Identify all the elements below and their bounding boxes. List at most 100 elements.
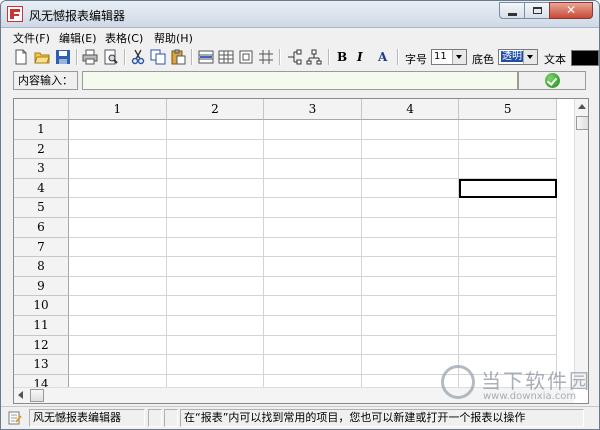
insert-column-icon[interactable] xyxy=(218,49,234,65)
grid-cell[interactable] xyxy=(264,218,362,238)
grid-cell[interactable] xyxy=(69,139,167,160)
grid-cell[interactable] xyxy=(166,276,265,297)
grid-cell[interactable] xyxy=(166,316,265,336)
grid-cell[interactable] xyxy=(361,296,460,316)
grid-cell[interactable] xyxy=(459,120,557,140)
grid-cell[interactable] xyxy=(166,198,265,218)
grid-cell[interactable] xyxy=(459,159,557,179)
grid-cell[interactable] xyxy=(166,296,265,316)
row-header[interactable]: 1 xyxy=(14,120,69,140)
grid-cell[interactable] xyxy=(69,198,167,218)
grid-cell[interactable] xyxy=(361,237,460,258)
split-left-icon[interactable] xyxy=(286,49,302,65)
grid-cell[interactable] xyxy=(69,257,167,277)
merge-cells-icon[interactable] xyxy=(238,49,254,65)
grid-cell[interactable] xyxy=(166,335,265,356)
grid-cell[interactable] xyxy=(361,257,460,277)
grid-cell[interactable] xyxy=(361,276,460,297)
grid-cell[interactable] xyxy=(264,159,362,179)
paste-icon[interactable] xyxy=(170,49,186,65)
grid-cell[interactable] xyxy=(166,257,265,277)
vertical-scrollbar[interactable] xyxy=(574,99,588,387)
grid-cell[interactable] xyxy=(361,120,460,140)
grid-cell[interactable] xyxy=(264,139,362,160)
content-input-field[interactable] xyxy=(82,71,518,90)
grid-cell[interactable] xyxy=(166,159,265,179)
grid-cell[interactable] xyxy=(264,257,362,277)
print-preview-icon[interactable] xyxy=(103,49,119,65)
grid-cell[interactable] xyxy=(69,237,167,258)
grid-cell[interactable] xyxy=(264,237,362,258)
grid-cell[interactable] xyxy=(166,139,265,160)
grid-cell[interactable] xyxy=(166,237,265,258)
scroll-up-icon[interactable] xyxy=(578,104,586,109)
grid-cell[interactable] xyxy=(264,198,362,218)
grid-cell[interactable] xyxy=(166,178,265,199)
background-color-select[interactable]: 透明 xyxy=(498,49,538,65)
grid-cell[interactable] xyxy=(264,178,362,199)
grid-cell[interactable] xyxy=(459,139,557,160)
grid-cell[interactable] xyxy=(69,178,167,199)
row-header[interactable]: 4 xyxy=(14,178,69,199)
grid-cell[interactable] xyxy=(361,178,460,199)
row-header[interactable]: 8 xyxy=(14,257,69,277)
close-button[interactable]: ✕ xyxy=(549,2,593,19)
font-size-select[interactable]: 11 xyxy=(431,49,467,65)
vertical-scroll-thumb[interactable] xyxy=(576,116,588,130)
grid-cell[interactable] xyxy=(459,237,557,258)
grid-cell[interactable] xyxy=(459,257,557,277)
row-header[interactable]: 6 xyxy=(14,218,69,238)
grid-cell[interactable] xyxy=(69,335,167,356)
row-header[interactable]: 7 xyxy=(14,237,69,258)
grid-cell[interactable] xyxy=(459,276,557,297)
selected-cell[interactable] xyxy=(459,178,557,199)
row-header[interactable]: 5 xyxy=(14,198,69,218)
text-color-swatch[interactable] xyxy=(571,50,599,66)
minimize-button[interactable] xyxy=(499,2,525,19)
row-header[interactable]: 11 xyxy=(14,316,69,336)
row-header[interactable]: 2 xyxy=(14,139,69,160)
confirm-button[interactable] xyxy=(518,71,586,90)
row-header[interactable]: 13 xyxy=(14,355,69,375)
row-header[interactable]: 10 xyxy=(14,296,69,316)
menu-file[interactable]: 文件(F) xyxy=(13,30,50,46)
grid-cell[interactable] xyxy=(264,296,362,316)
scroll-left-icon[interactable] xyxy=(18,391,23,399)
row-header[interactable]: 3 xyxy=(14,159,69,179)
column-header[interactable]: 2 xyxy=(166,99,265,120)
column-header[interactable]: 3 xyxy=(264,99,362,120)
bold-button[interactable]: B xyxy=(337,50,347,64)
row-header[interactable]: 12 xyxy=(14,335,69,356)
grid-cell[interactable] xyxy=(264,335,362,356)
grid-cell[interactable] xyxy=(459,218,557,238)
grid-cell[interactable] xyxy=(264,120,362,140)
grid-cell[interactable] xyxy=(166,218,265,238)
grid-cell[interactable] xyxy=(69,276,167,297)
menu-table[interactable]: 表格(C) xyxy=(105,30,143,46)
open-folder-icon[interactable] xyxy=(34,49,50,65)
copy-icon[interactable] xyxy=(150,49,166,65)
grid-cell[interactable] xyxy=(69,218,167,238)
column-header[interactable]: 5 xyxy=(459,99,557,120)
grid-lines-icon[interactable] xyxy=(258,49,274,65)
grid-cell[interactable] xyxy=(459,316,557,336)
grid-cell[interactable] xyxy=(361,218,460,238)
new-file-icon[interactable] xyxy=(13,49,29,65)
cut-icon[interactable] xyxy=(130,49,146,65)
grid-cell[interactable] xyxy=(69,355,167,375)
horizontal-scroll-thumb[interactable] xyxy=(30,389,44,402)
font-color-button[interactable]: A xyxy=(378,50,387,64)
grid-cell[interactable] xyxy=(264,276,362,297)
grid-cell[interactable] xyxy=(459,198,557,218)
menu-help[interactable]: 帮助(H) xyxy=(154,30,193,46)
menu-edit[interactable]: 编辑(E) xyxy=(59,30,97,46)
grid-cell[interactable] xyxy=(459,335,557,356)
grid-cell[interactable] xyxy=(69,296,167,316)
insert-row-icon[interactable] xyxy=(198,49,214,65)
grid-cell[interactable] xyxy=(361,316,460,336)
grid-cell[interactable] xyxy=(166,355,265,375)
grid-cell[interactable] xyxy=(69,316,167,336)
maximize-button[interactable] xyxy=(524,2,550,19)
column-header[interactable]: 4 xyxy=(361,99,460,120)
grid-cell[interactable] xyxy=(361,159,460,179)
